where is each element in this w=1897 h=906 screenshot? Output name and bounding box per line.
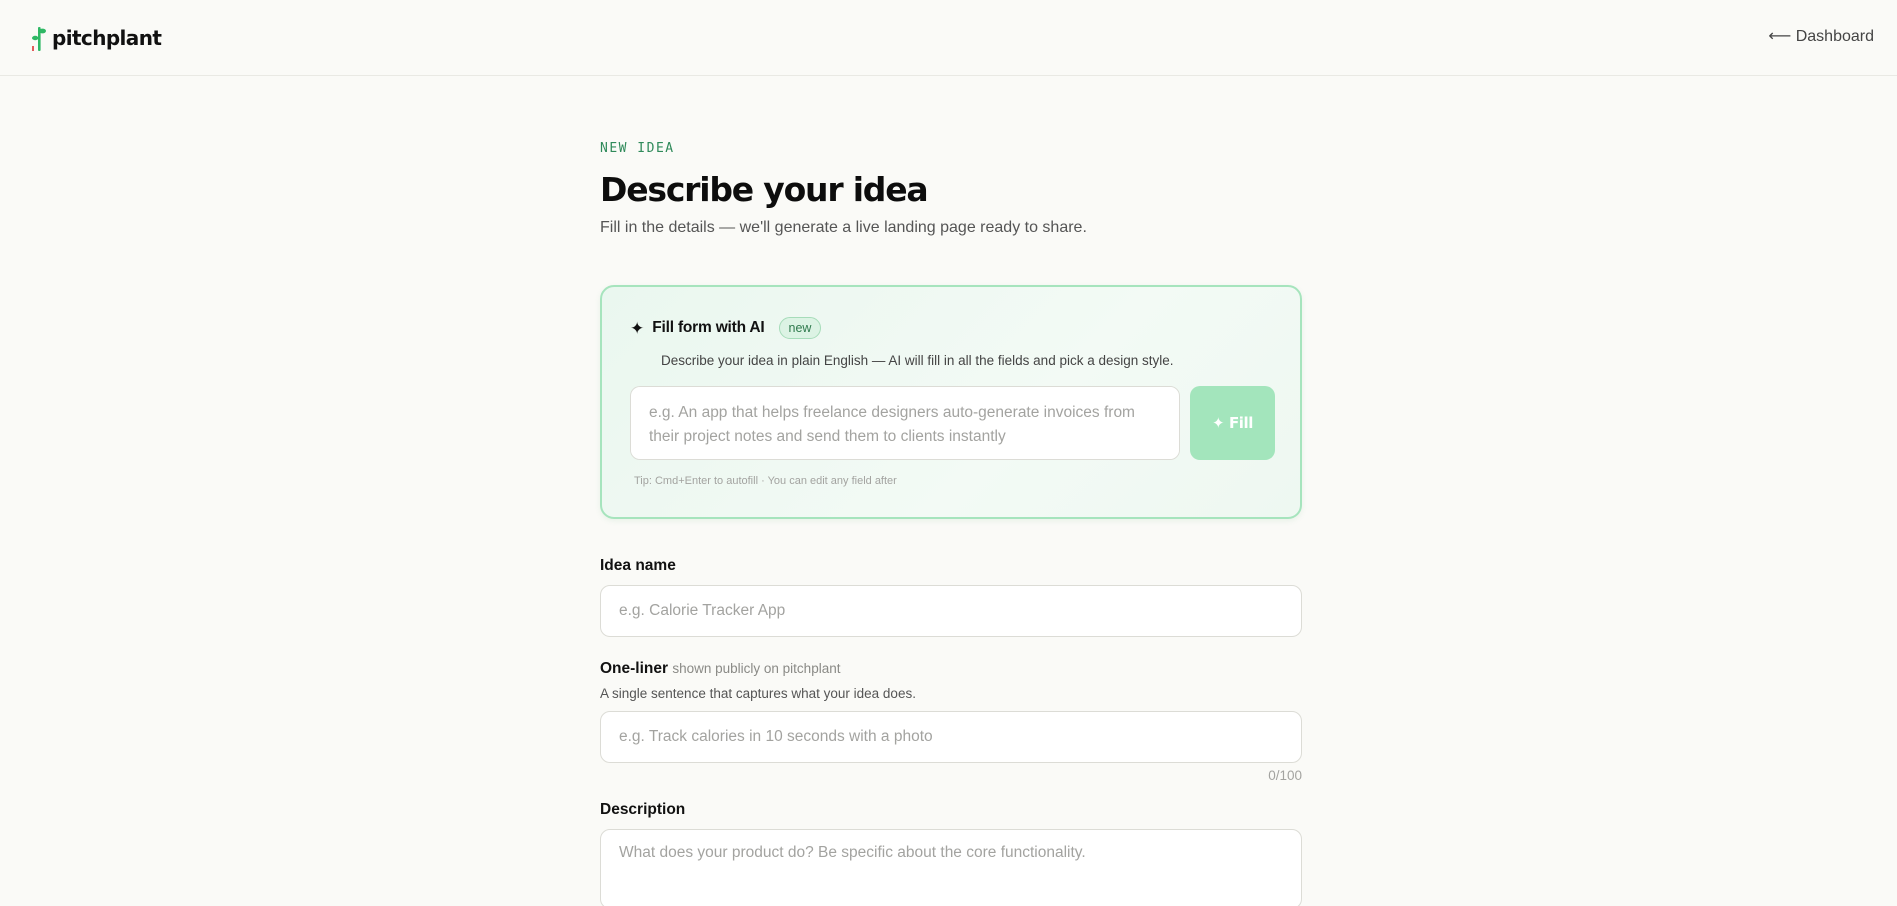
logo[interactable]: pitchplant bbox=[32, 24, 162, 52]
ai-fill-button[interactable]: ✦ Fill bbox=[1190, 386, 1275, 460]
idea-name-label: Idea name bbox=[600, 557, 1302, 575]
description-textarea[interactable] bbox=[600, 829, 1302, 906]
one-liner-label-text: One-liner bbox=[600, 660, 669, 677]
ai-fill-title: Fill form with AI bbox=[652, 319, 765, 336]
one-liner-input[interactable] bbox=[600, 711, 1302, 763]
ai-fill-card: ✦ Fill form with AI new Describe your id… bbox=[600, 285, 1302, 519]
one-liner-help: A single sentence that captures what you… bbox=[600, 686, 916, 701]
logo-text: pitchplant bbox=[52, 26, 162, 50]
dashboard-link[interactable]: ⟵ Dashboard bbox=[1768, 26, 1874, 46]
one-liner-label: One-liner shown publicly on pitchplant bbox=[600, 660, 1302, 678]
new-badge: new bbox=[778, 317, 822, 339]
description-label: Description bbox=[600, 801, 1302, 819]
sprout-icon bbox=[32, 25, 46, 51]
idea-name-label-text: Idea name bbox=[600, 557, 676, 574]
page-title: Describe your idea bbox=[600, 170, 929, 209]
description-label-text: Description bbox=[600, 801, 686, 818]
ai-fill-tip: Tip: Cmd+Enter to autofill · You can edi… bbox=[634, 475, 897, 487]
one-liner-note: shown publicly on pitchplant bbox=[672, 661, 841, 676]
ai-fill-header: ✦ Fill form with AI new bbox=[630, 317, 822, 339]
eyebrow-label: NEW IDEA bbox=[600, 141, 675, 156]
idea-name-input[interactable] bbox=[600, 585, 1302, 637]
top-bar: pitchplant ⟵ Dashboard bbox=[0, 0, 1897, 76]
ai-fill-description: Describe your idea in plain English — AI… bbox=[661, 353, 1174, 368]
ai-idea-input[interactable] bbox=[630, 386, 1180, 460]
new-idea-form: NEW IDEA Describe your idea Fill in the … bbox=[600, 76, 1302, 906]
one-liner-counter: 0/100 bbox=[1268, 768, 1302, 783]
page-subtitle: Fill in the details — we'll generate a l… bbox=[600, 219, 1087, 236]
sparkle-icon: ✦ bbox=[630, 318, 645, 338]
